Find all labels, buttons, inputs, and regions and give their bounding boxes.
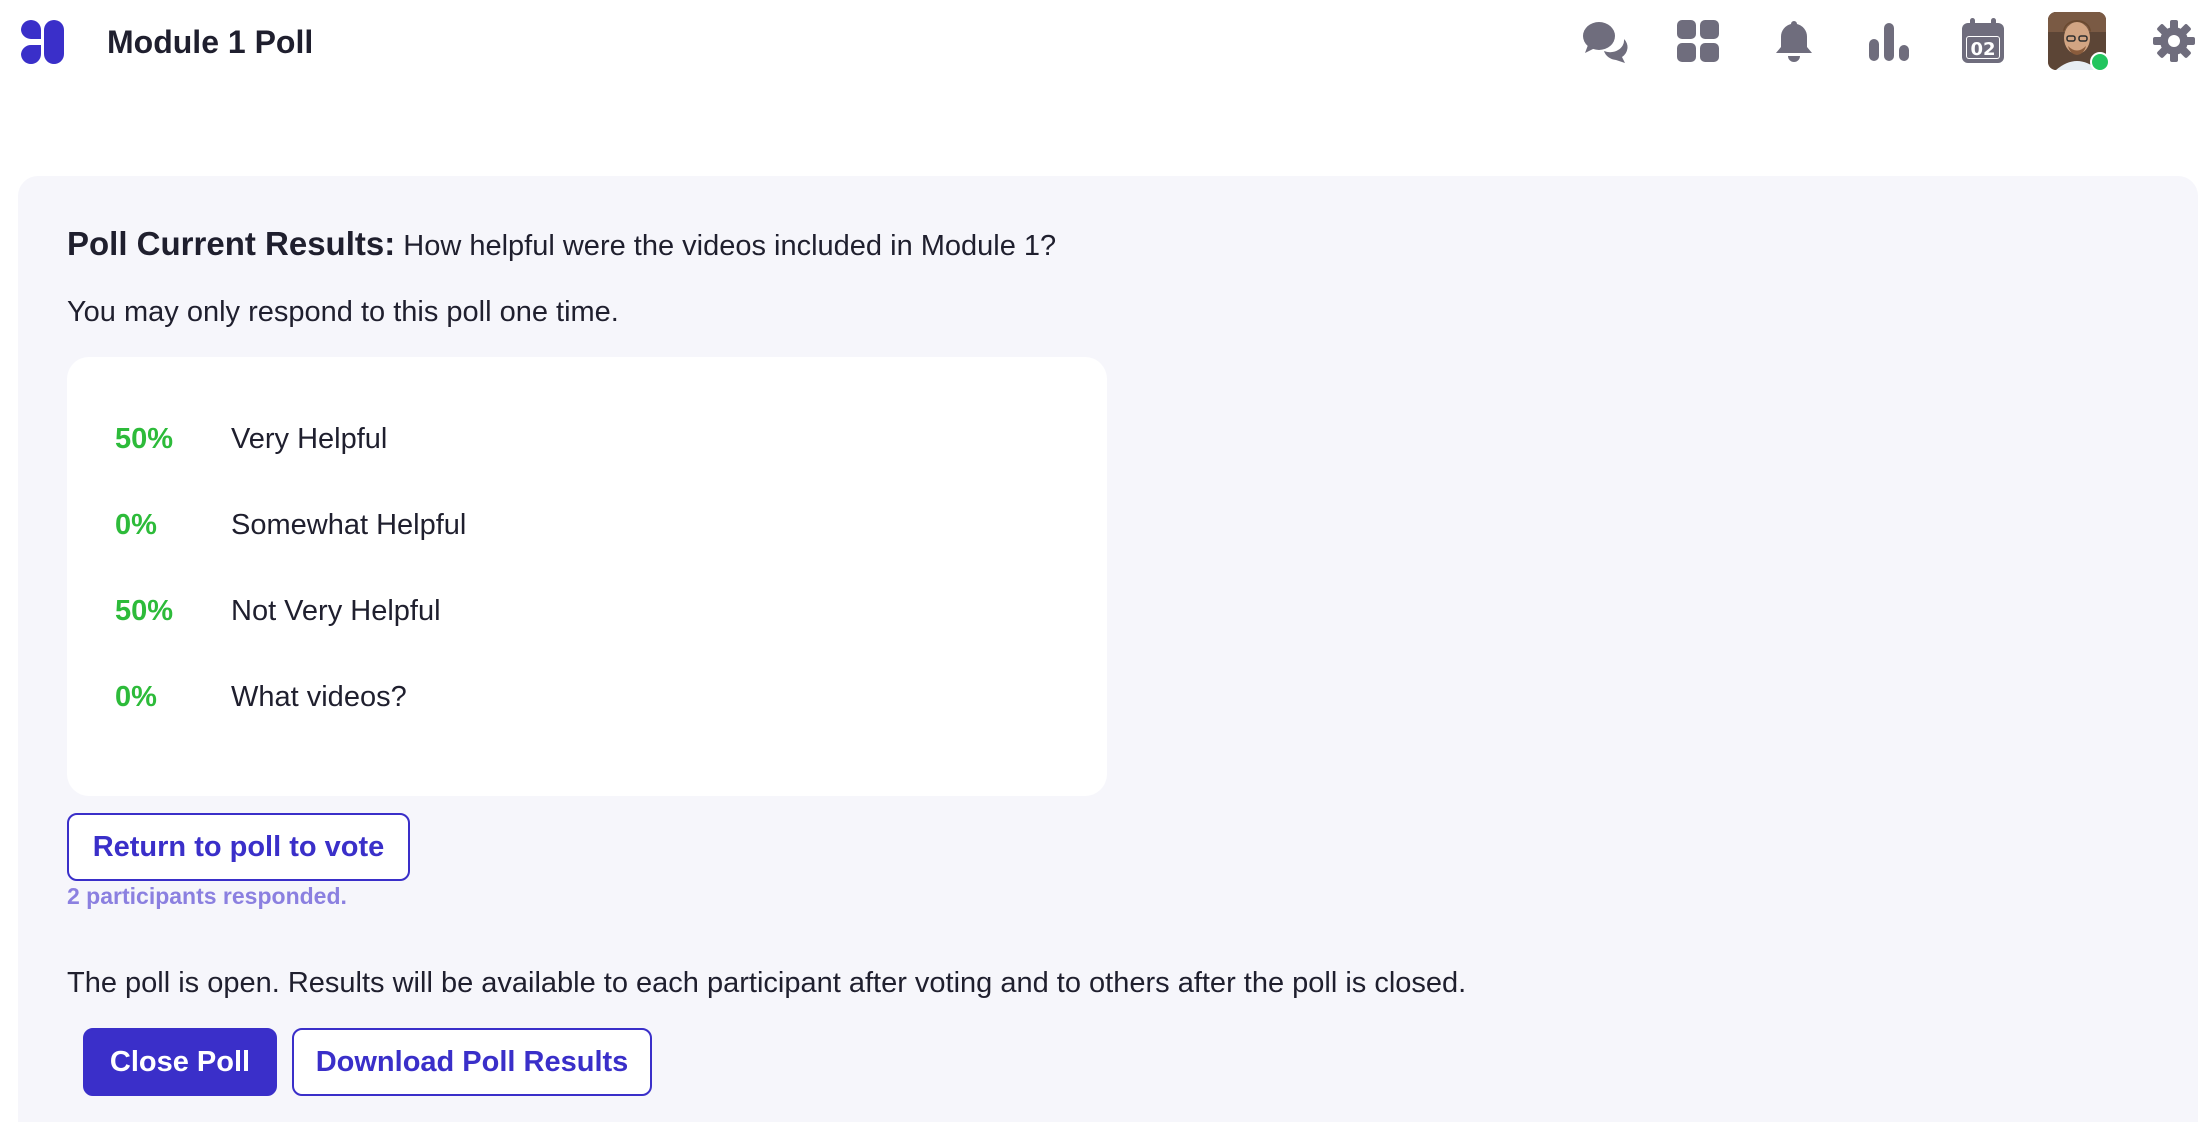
close-poll-button[interactable]: Close Poll bbox=[83, 1028, 277, 1096]
calendar-day-label: 02 bbox=[1970, 39, 1995, 60]
results-list: 50% Very Helpful 0% Somewhat Helpful 50%… bbox=[67, 357, 1107, 796]
result-percent: 50% bbox=[115, 423, 174, 455]
page-title: Module 1 Poll bbox=[107, 24, 314, 60]
result-percent: 50% bbox=[115, 595, 174, 627]
gear-icon[interactable] bbox=[2150, 17, 2198, 65]
result-option: Not Very Helpful bbox=[231, 595, 441, 627]
calendar-icon[interactable]: 02 bbox=[1959, 17, 2007, 65]
top-bar: Module 1 Poll 02 bbox=[0, 0, 2210, 86]
poll-question: How helpful were the videos included in … bbox=[403, 230, 1057, 262]
online-status-dot bbox=[2090, 52, 2110, 72]
avatar[interactable] bbox=[2048, 12, 2110, 72]
poll-status-text: The poll is open. Results will be availa… bbox=[67, 967, 1467, 999]
poll-heading-label: Poll Current Results: bbox=[67, 225, 396, 262]
app-logo-icon[interactable] bbox=[17, 17, 67, 67]
result-option: What videos? bbox=[231, 681, 407, 713]
result-percent: 0% bbox=[115, 681, 157, 713]
result-option: Very Helpful bbox=[231, 423, 388, 455]
download-poll-results-button[interactable]: Download Poll Results bbox=[292, 1028, 652, 1096]
poll-heading: Poll Current Results: How helpful were t… bbox=[67, 222, 1056, 268]
return-to-poll-button[interactable]: Return to poll to vote bbox=[67, 813, 410, 881]
apps-grid-icon[interactable] bbox=[1674, 17, 1722, 65]
poll-note: You may only respond to this poll one ti… bbox=[67, 296, 619, 328]
stats-icon[interactable] bbox=[1865, 17, 1913, 65]
result-percent: 0% bbox=[115, 509, 157, 541]
chat-icon[interactable] bbox=[1580, 17, 1628, 65]
result-option: Somewhat Helpful bbox=[231, 509, 467, 541]
participants-count: 2 participants responded. bbox=[67, 883, 347, 909]
bell-icon[interactable] bbox=[1770, 17, 1818, 65]
